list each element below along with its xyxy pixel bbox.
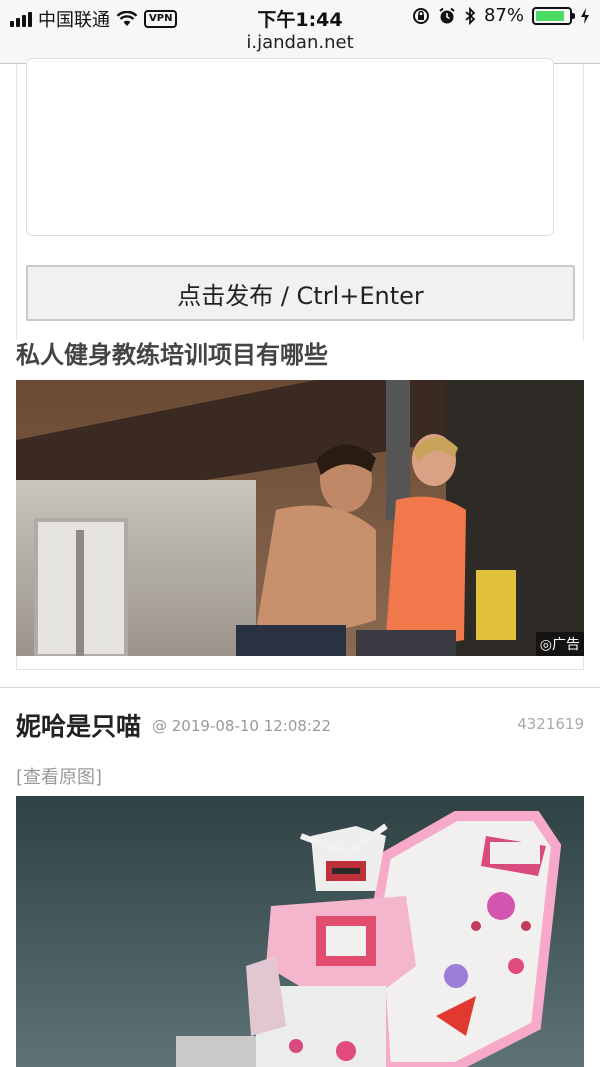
submit-button[interactable]: 点击发布 / Ctrl+Enter xyxy=(26,265,575,321)
url-text: i.jandan.net xyxy=(246,32,354,53)
divider xyxy=(0,687,600,688)
ad-label: ◎广告 xyxy=(535,632,584,656)
charging-icon xyxy=(581,7,589,24)
post-date: @ 2019-08-10 12:08:22 xyxy=(152,717,332,735)
alarm-icon xyxy=(439,7,455,23)
status-bar: 中国联通 VPN 下午1:44 87% xyxy=(0,0,600,32)
ad-icon: ◎ xyxy=(539,637,552,653)
battery-fill xyxy=(536,10,564,21)
ad-image[interactable]: ◎广告 xyxy=(16,380,584,656)
bluetooth-icon xyxy=(465,6,476,25)
view-original-link[interactable]: [查看原图] xyxy=(16,763,102,789)
ad-label-text: 广告 xyxy=(552,637,580,653)
post-author[interactable]: 妮哈是只喵 xyxy=(16,707,141,743)
battery-icon xyxy=(532,6,575,25)
status-bar-right: 87% xyxy=(412,5,590,26)
post-image[interactable] xyxy=(16,796,584,1067)
post-id[interactable]: 4321619 xyxy=(517,715,584,733)
comment-textarea[interactable] xyxy=(26,58,554,236)
gym-photo xyxy=(16,380,584,656)
gundam-photo xyxy=(16,796,584,1067)
battery-percent: 87% xyxy=(483,5,524,26)
ad-title[interactable]: 私人健身教练培训项目有哪些 xyxy=(16,335,328,370)
screen-lock-icon xyxy=(412,7,429,24)
